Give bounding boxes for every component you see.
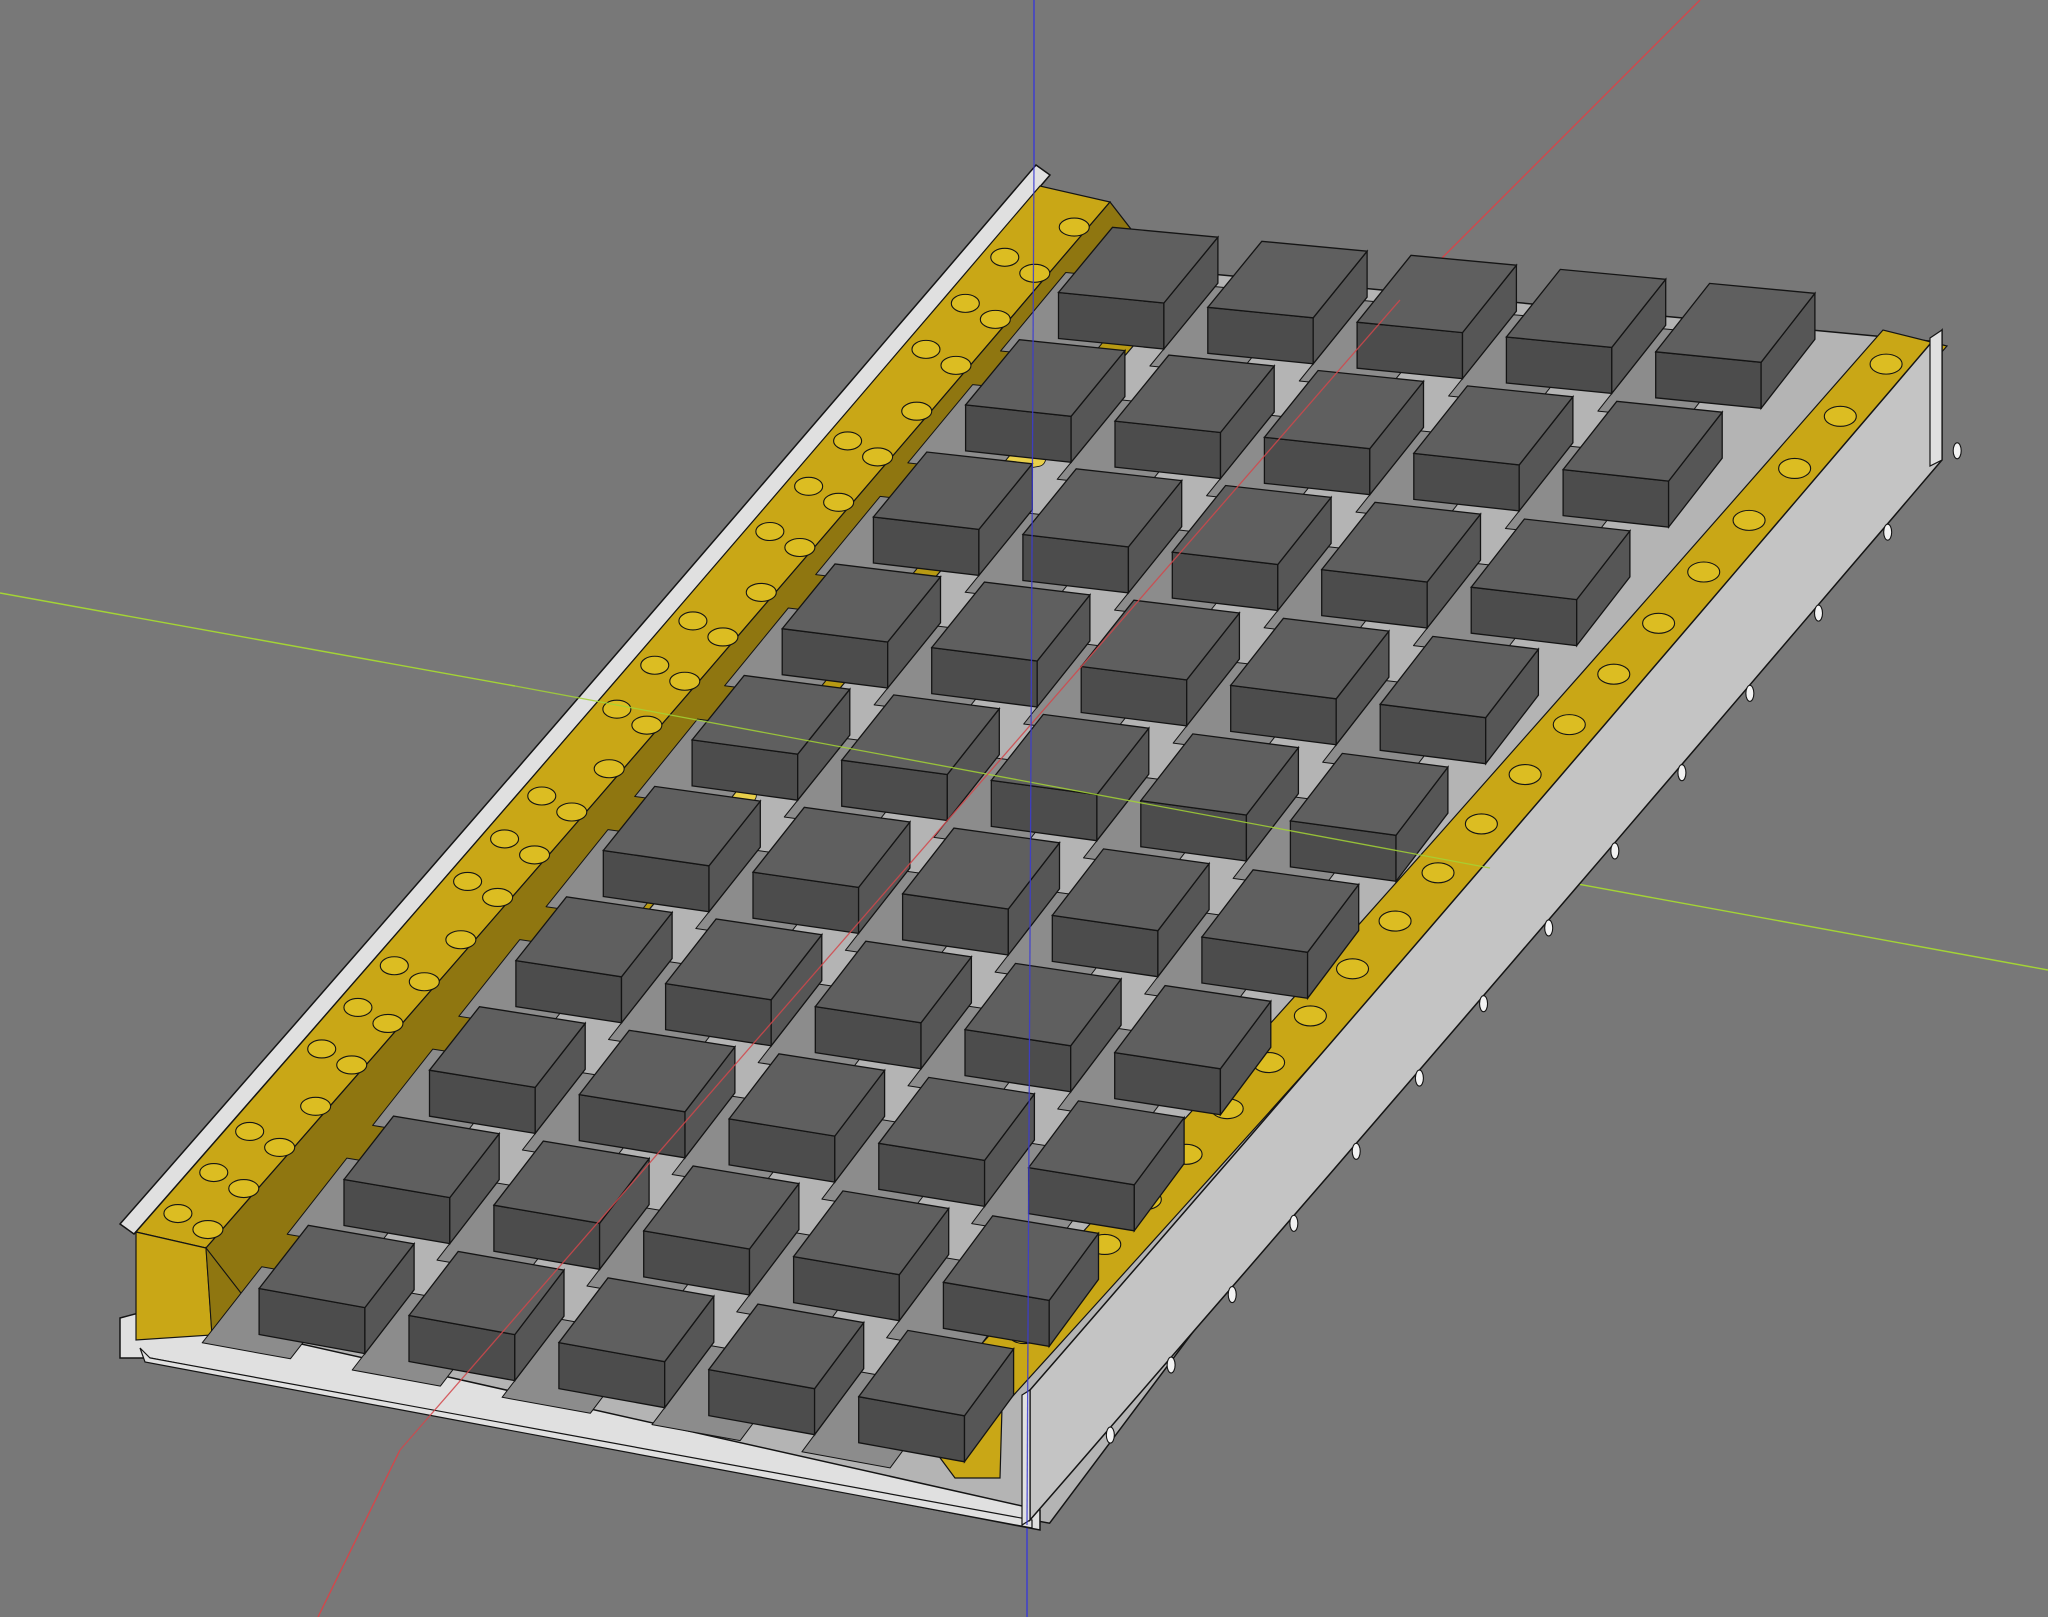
rail-hole [1778,457,1812,480]
rail-hole [1687,561,1721,583]
y-axis-line [0,592,516,687]
rail-hole [445,930,477,950]
side-plate-hole [1351,1142,1361,1160]
rail-hole [1464,813,1498,835]
rail-hole [1552,714,1586,736]
rail-hole [1508,764,1542,786]
rail-hole [1732,509,1766,531]
side-plate-hole [1952,442,1962,460]
side-plate-hole [1479,995,1489,1013]
rail-hole [1823,405,1857,427]
side-plate-hole [1166,1356,1176,1374]
side-plate-hole [1227,1285,1237,1304]
side-plate-hole [1677,764,1687,782]
rail-hole [745,582,777,602]
rail-hole [1019,263,1051,283]
rail-hole [228,1178,260,1199]
x-axis-line [1399,0,1701,301]
rail-hole [199,1162,229,1183]
rail-hole [1293,1005,1327,1027]
side-plate-hole [1745,684,1755,702]
rail-hole [556,802,588,822]
rail-hole [1642,612,1676,634]
rail-hole [372,1013,404,1034]
rail-hole [640,655,670,675]
rail-hole [307,1039,337,1059]
rail-hole [940,355,972,375]
rail-hole [707,627,739,647]
rail-hole [669,671,701,691]
model-assembly[interactable] [118,163,1962,1531]
rail-hole [794,476,824,496]
rail-hole [1597,663,1631,685]
rail-hole [901,401,933,421]
rail-hole [1421,862,1455,884]
rail-hole [453,871,483,892]
side-plate-hole [1414,1069,1424,1087]
rail-hole [192,1219,224,1240]
rail-hole [990,247,1020,267]
x-axis-line [317,1449,401,1617]
rail-hole [678,611,708,631]
rail-hole [264,1137,296,1158]
rail-hole [631,715,663,735]
side-plate-hole [1883,523,1893,541]
side-plate-hole [1544,919,1554,937]
side-plate-edge [1929,328,1943,467]
rail-hole [343,997,373,1018]
left-rail-end-face [135,1231,213,1341]
rail-hole [1378,910,1412,932]
rail-hole [593,759,625,779]
rail-hole [336,1055,368,1075]
rail-hole [755,521,785,542]
rail-hole [527,786,557,806]
side-plate-edge [1021,1388,1031,1527]
rail-hole [823,492,855,512]
side-plate-hole [1610,842,1620,860]
3d-viewport[interactable] [0,0,2048,1617]
rail-hole [784,537,816,558]
rail-hole [862,447,894,467]
rail-hole [950,293,980,313]
rail-hole [408,972,440,992]
rail-hole [482,887,514,908]
side-plate-hole [1289,1214,1299,1232]
rail-hole [911,339,941,359]
rail-hole [519,845,551,865]
rail-hole [490,829,520,849]
rail-hole [235,1121,265,1142]
rail-hole [1335,958,1370,980]
rail-hole [300,1096,332,1116]
cad-scene[interactable] [0,0,2048,1617]
side-plate-hole [1813,604,1824,622]
rail-hole [833,431,863,451]
rail-hole [379,956,409,976]
side-plate-hole [1105,1426,1115,1444]
rail-hole [163,1203,193,1224]
rail-hole [979,309,1011,329]
rail-hole [1058,217,1090,237]
rail-hole [1869,353,1903,375]
